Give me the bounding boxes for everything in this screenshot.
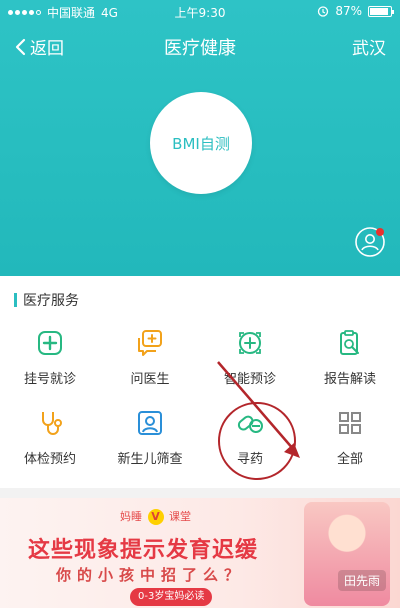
battery-icon bbox=[368, 5, 394, 17]
service-newborn[interactable]: 新生儿筛查 bbox=[100, 404, 200, 480]
service-label: 新生儿筛查 bbox=[117, 452, 183, 467]
promo-banner[interactable]: 妈睡 V 课堂 这些现象提示发育迟缓 你的小孩中招了么？ 0-3岁宝妈必读 田先… bbox=[0, 498, 400, 608]
profile-icon[interactable] bbox=[354, 226, 386, 258]
presenter-signature: 田先雨 bbox=[337, 570, 386, 591]
newborn-screen-icon bbox=[138, 411, 162, 435]
page-title: 医疗健康 bbox=[164, 38, 236, 59]
banner-subhead: 你的小孩中招了么？ bbox=[56, 566, 246, 584]
city-selector[interactable]: 武汉 bbox=[352, 34, 386, 59]
medical-services-section: 医疗服务 挂号就诊 问医生 智能预诊 报告解读 体检预约 新生儿筛查 寻药 全部 bbox=[0, 276, 400, 488]
hospital-cross-icon bbox=[38, 331, 62, 355]
services-grid: 挂号就诊 问医生 智能预诊 报告解读 体检预约 新生儿筛查 寻药 全部 bbox=[0, 324, 400, 484]
chat-doctor-icon bbox=[138, 330, 162, 356]
stethoscope-icon bbox=[42, 412, 62, 435]
section-accent-bar bbox=[14, 293, 17, 307]
battery-percent: 87% bbox=[335, 4, 362, 18]
service-ask-doctor[interactable]: 问医生 bbox=[100, 324, 200, 400]
section-divider bbox=[0, 488, 400, 498]
hero-header: 中国联通 4G 上午9:30 87% 返回 医疗健康 武汉 BMI自测 bbox=[0, 0, 400, 276]
brand-suffix: 课堂 bbox=[169, 510, 191, 523]
service-smart-diagnosis[interactable]: 智能预诊 bbox=[200, 324, 300, 400]
service-register[interactable]: 挂号就诊 bbox=[0, 324, 100, 400]
brand-name: 妈睡 bbox=[120, 510, 142, 523]
service-label: 挂号就诊 bbox=[23, 372, 76, 387]
service-checkup[interactable]: 体检预约 bbox=[0, 404, 100, 480]
service-label: 体检预约 bbox=[23, 452, 76, 467]
section-title: 医疗服务 bbox=[23, 293, 79, 309]
service-all[interactable]: 全部 bbox=[300, 404, 400, 480]
banner-headline: 这些现象提示发育迟缓 bbox=[28, 538, 259, 563]
service-find-medicine[interactable]: 寻药 bbox=[200, 404, 300, 480]
service-label: 报告解读 bbox=[323, 372, 376, 387]
service-label: 问医生 bbox=[130, 372, 170, 387]
brand-v-badge: V bbox=[147, 509, 164, 525]
grid-icon bbox=[339, 412, 361, 434]
smart-diagnosis-icon bbox=[239, 332, 261, 354]
report-icon bbox=[340, 330, 359, 355]
service-label: 智能预诊 bbox=[223, 372, 276, 387]
bmi-test-button[interactable]: BMI自测 bbox=[150, 92, 252, 194]
service-label: 寻药 bbox=[236, 452, 263, 467]
banner-tag: 0-3岁宝妈必读 bbox=[130, 588, 213, 606]
section-header: 医疗服务 bbox=[14, 290, 79, 310]
pill-icon bbox=[237, 415, 263, 433]
status-bar: 中国联通 4G 上午9:30 87% bbox=[0, 0, 400, 22]
alarm-icon bbox=[318, 6, 329, 17]
banner-brand: 妈睡 V 课堂 bbox=[120, 508, 191, 525]
navigation-bar: 返回 医疗健康 武汉 bbox=[0, 26, 400, 66]
service-report[interactable]: 报告解读 bbox=[300, 324, 400, 400]
service-label: 全部 bbox=[336, 452, 363, 467]
